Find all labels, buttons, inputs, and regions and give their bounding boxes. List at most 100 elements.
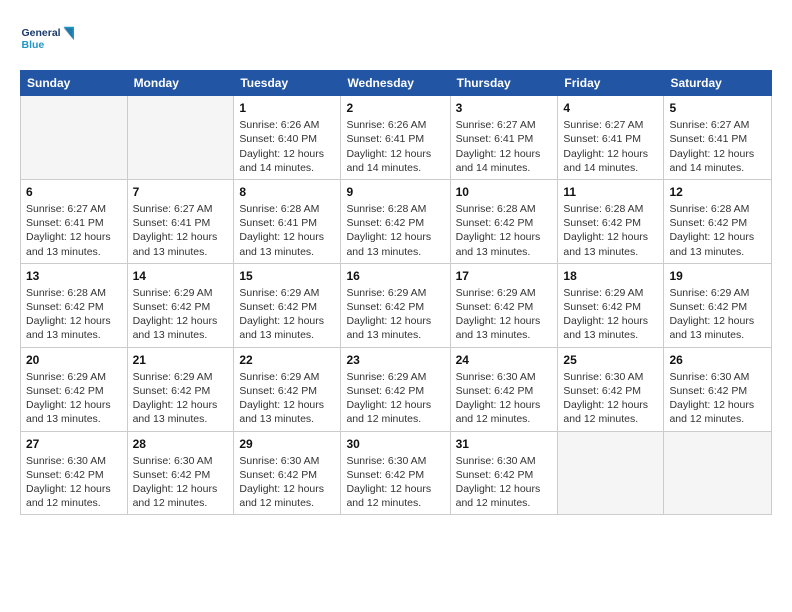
calendar-cell: 10Sunrise: 6:28 AM Sunset: 6:42 PM Dayli…: [450, 179, 558, 263]
calendar-cell: 26 Sunrise: 6:30 AM Sunset: 6:42 PM Dayli…: [664, 347, 772, 431]
calendar-cell: 8 Sunrise: 6:28 AM Sunset: 6:41 PM Daylig…: [234, 179, 341, 263]
day-detail: Sunrise: 6:29 AM Sunset: 6:42 PM Dayligh…: [239, 370, 335, 427]
day-number: 31: [456, 436, 553, 452]
day-number: 30: [346, 436, 444, 452]
calendar-cell: 3 Sunrise: 6:27 AM Sunset: 6:41 PM Daylig…: [450, 96, 558, 180]
calendar-cell: 27Sunrise: 6:30 AM Sunset: 6:42 PM Dayli…: [21, 431, 128, 515]
day-number: 18: [563, 268, 658, 284]
calendar-cell: 9 Sunrise: 6:28 AM Sunset: 6:42 PM Daylig…: [341, 179, 450, 263]
calendar-cell: 18 Sunrise: 6:29 AM Sunset: 6:42 PM Dayli…: [558, 263, 664, 347]
weekday-header-wednesday: Wednesday: [341, 71, 450, 96]
calendar-cell: [127, 96, 234, 180]
calendar-cell: 12Sunrise: 6:28 AM Sunset: 6:42 PM Dayli…: [664, 179, 772, 263]
calendar-cell: [21, 96, 128, 180]
calendar-cell: 20 Sunrise: 6:29 AM Sunset: 6:42 PM Dayli…: [21, 347, 128, 431]
calendar-cell: 29Sunrise: 6:30 AM Sunset: 6:42 PM Dayli…: [234, 431, 341, 515]
day-detail: Sunrise: 6:29 AM Sunset: 6:42 PM Dayligh…: [239, 286, 335, 343]
day-detail: Sunrise: 6:28 AM Sunset: 6:41 PM Dayligh…: [239, 202, 335, 259]
day-number: 6: [26, 184, 122, 200]
day-detail: Sunrise: 6:26 AM Sunset: 6:41 PM Dayligh…: [346, 118, 444, 175]
day-number: 23: [346, 352, 444, 368]
day-number: 3: [456, 100, 553, 116]
logo: General Blue: [20, 18, 80, 58]
day-number: 14: [133, 268, 229, 284]
calendar-cell: 31 Sunrise: 6:30 AM Sunset: 6:42 PM Dayli…: [450, 431, 558, 515]
calendar-cell: 15Sunrise: 6:29 AM Sunset: 6:42 PM Dayli…: [234, 263, 341, 347]
day-detail: Sunrise: 6:29 AM Sunset: 6:42 PM Dayligh…: [26, 370, 122, 427]
day-number: 20: [26, 352, 122, 368]
calendar-cell: 21 Sunrise: 6:29 AM Sunset: 6:42 PM Dayli…: [127, 347, 234, 431]
calendar-cell: 17 Sunrise: 6:29 AM Sunset: 6:42 PM Dayli…: [450, 263, 558, 347]
calendar-cell: 24 Sunrise: 6:30 AM Sunset: 6:42 PM Dayli…: [450, 347, 558, 431]
day-detail: Sunrise: 6:30 AM Sunset: 6:42 PM Dayligh…: [133, 454, 229, 511]
day-detail: Sunrise: 6:30 AM Sunset: 6:42 PM Dayligh…: [239, 454, 335, 511]
page: General Blue SundayMondayTuesdayWednesda…: [0, 0, 792, 612]
weekday-header-friday: Friday: [558, 71, 664, 96]
day-number: 13: [26, 268, 122, 284]
day-number: 7: [133, 184, 229, 200]
day-detail: Sunrise: 6:30 AM Sunset: 6:42 PM Dayligh…: [563, 370, 658, 427]
day-number: 26: [669, 352, 766, 368]
weekday-header-monday: Monday: [127, 71, 234, 96]
calendar-cell: 7 Sunrise: 6:27 AM Sunset: 6:41 PM Daylig…: [127, 179, 234, 263]
calendar-cell: 16 Sunrise: 6:29 AM Sunset: 6:42 PM Dayli…: [341, 263, 450, 347]
day-number: 12: [669, 184, 766, 200]
day-detail: Sunrise: 6:29 AM Sunset: 6:42 PM Dayligh…: [133, 286, 229, 343]
day-number: 2: [346, 100, 444, 116]
day-detail: Sunrise: 6:28 AM Sunset: 6:42 PM Dayligh…: [346, 202, 444, 259]
calendar-cell: [664, 431, 772, 515]
weekday-header-row: SundayMondayTuesdayWednesdayThursdayFrid…: [21, 71, 772, 96]
weekday-header-thursday: Thursday: [450, 71, 558, 96]
calendar-cell: 22 Sunrise: 6:29 AM Sunset: 6:42 PM Dayli…: [234, 347, 341, 431]
weekday-header-tuesday: Tuesday: [234, 71, 341, 96]
week-row-5: 27 Sunrise: 6:30 AM Sunset: 6:42 PM Dayli…: [21, 431, 772, 515]
header: General Blue: [20, 18, 772, 58]
day-detail: Sunrise: 6:27 AM Sunset: 6:41 PM Dayligh…: [563, 118, 658, 175]
day-detail: Sunrise: 6:29 AM Sunset: 6:42 PM Dayligh…: [346, 370, 444, 427]
day-detail: Sunrise: 6:28 AM Sunset: 6:42 PM Dayligh…: [26, 286, 122, 343]
day-detail: Sunrise: 6:29 AM Sunset: 6:42 PM Dayligh…: [563, 286, 658, 343]
weekday-header-saturday: Saturday: [664, 71, 772, 96]
day-number: 9: [346, 184, 444, 200]
calendar-cell: 23 Sunrise: 6:29 AM Sunset: 6:42 PM Dayli…: [341, 347, 450, 431]
week-row-4: 20 Sunrise: 6:29 AM Sunset: 6:42 PM Dayli…: [21, 347, 772, 431]
calendar-cell: 5Sunrise: 6:27 AM Sunset: 6:41 PM Daylig…: [664, 96, 772, 180]
day-number: 27: [26, 436, 122, 452]
calendar-cell: 2 Sunrise: 6:26 AM Sunset: 6:41 PM Daylig…: [341, 96, 450, 180]
logo-svg: General Blue: [20, 18, 80, 58]
day-number: 25: [563, 352, 658, 368]
weekday-header-sunday: Sunday: [21, 71, 128, 96]
day-number: 22: [239, 352, 335, 368]
calendar-cell: 13 Sunrise: 6:28 AM Sunset: 6:42 PM Dayli…: [21, 263, 128, 347]
day-number: 1: [239, 100, 335, 116]
svg-text:General: General: [22, 27, 61, 39]
day-detail: Sunrise: 6:27 AM Sunset: 6:41 PM Dayligh…: [456, 118, 553, 175]
day-number: 19: [669, 268, 766, 284]
day-detail: Sunrise: 6:30 AM Sunset: 6:42 PM Dayligh…: [456, 370, 553, 427]
day-detail: Sunrise: 6:30 AM Sunset: 6:42 PM Dayligh…: [669, 370, 766, 427]
calendar-cell: 28 Sunrise: 6:30 AM Sunset: 6:42 PM Dayli…: [127, 431, 234, 515]
calendar-cell: 11Sunrise: 6:28 AM Sunset: 6:42 PM Dayli…: [558, 179, 664, 263]
day-number: 17: [456, 268, 553, 284]
day-number: 8: [239, 184, 335, 200]
day-detail: Sunrise: 6:29 AM Sunset: 6:42 PM Dayligh…: [346, 286, 444, 343]
calendar: SundayMondayTuesdayWednesdayThursdayFrid…: [20, 70, 772, 515]
calendar-cell: 1Sunrise: 6:26 AM Sunset: 6:40 PM Daylig…: [234, 96, 341, 180]
week-row-2: 6 Sunrise: 6:27 AM Sunset: 6:41 PM Daylig…: [21, 179, 772, 263]
day-detail: Sunrise: 6:29 AM Sunset: 6:42 PM Dayligh…: [456, 286, 553, 343]
calendar-cell: 19 Sunrise: 6:29 AM Sunset: 6:42 PM Dayli…: [664, 263, 772, 347]
day-number: 10: [456, 184, 553, 200]
day-number: 11: [563, 184, 658, 200]
day-number: 21: [133, 352, 229, 368]
day-detail: Sunrise: 6:30 AM Sunset: 6:42 PM Dayligh…: [456, 454, 553, 511]
day-detail: Sunrise: 6:29 AM Sunset: 6:42 PM Dayligh…: [669, 286, 766, 343]
svg-text:Blue: Blue: [22, 39, 45, 51]
day-detail: Sunrise: 6:27 AM Sunset: 6:41 PM Dayligh…: [133, 202, 229, 259]
day-number: 28: [133, 436, 229, 452]
day-number: 16: [346, 268, 444, 284]
day-detail: Sunrise: 6:27 AM Sunset: 6:41 PM Dayligh…: [669, 118, 766, 175]
day-number: 24: [456, 352, 553, 368]
week-row-1: 1Sunrise: 6:26 AM Sunset: 6:40 PM Daylig…: [21, 96, 772, 180]
day-detail: Sunrise: 6:29 AM Sunset: 6:42 PM Dayligh…: [133, 370, 229, 427]
week-row-3: 13 Sunrise: 6:28 AM Sunset: 6:42 PM Dayli…: [21, 263, 772, 347]
